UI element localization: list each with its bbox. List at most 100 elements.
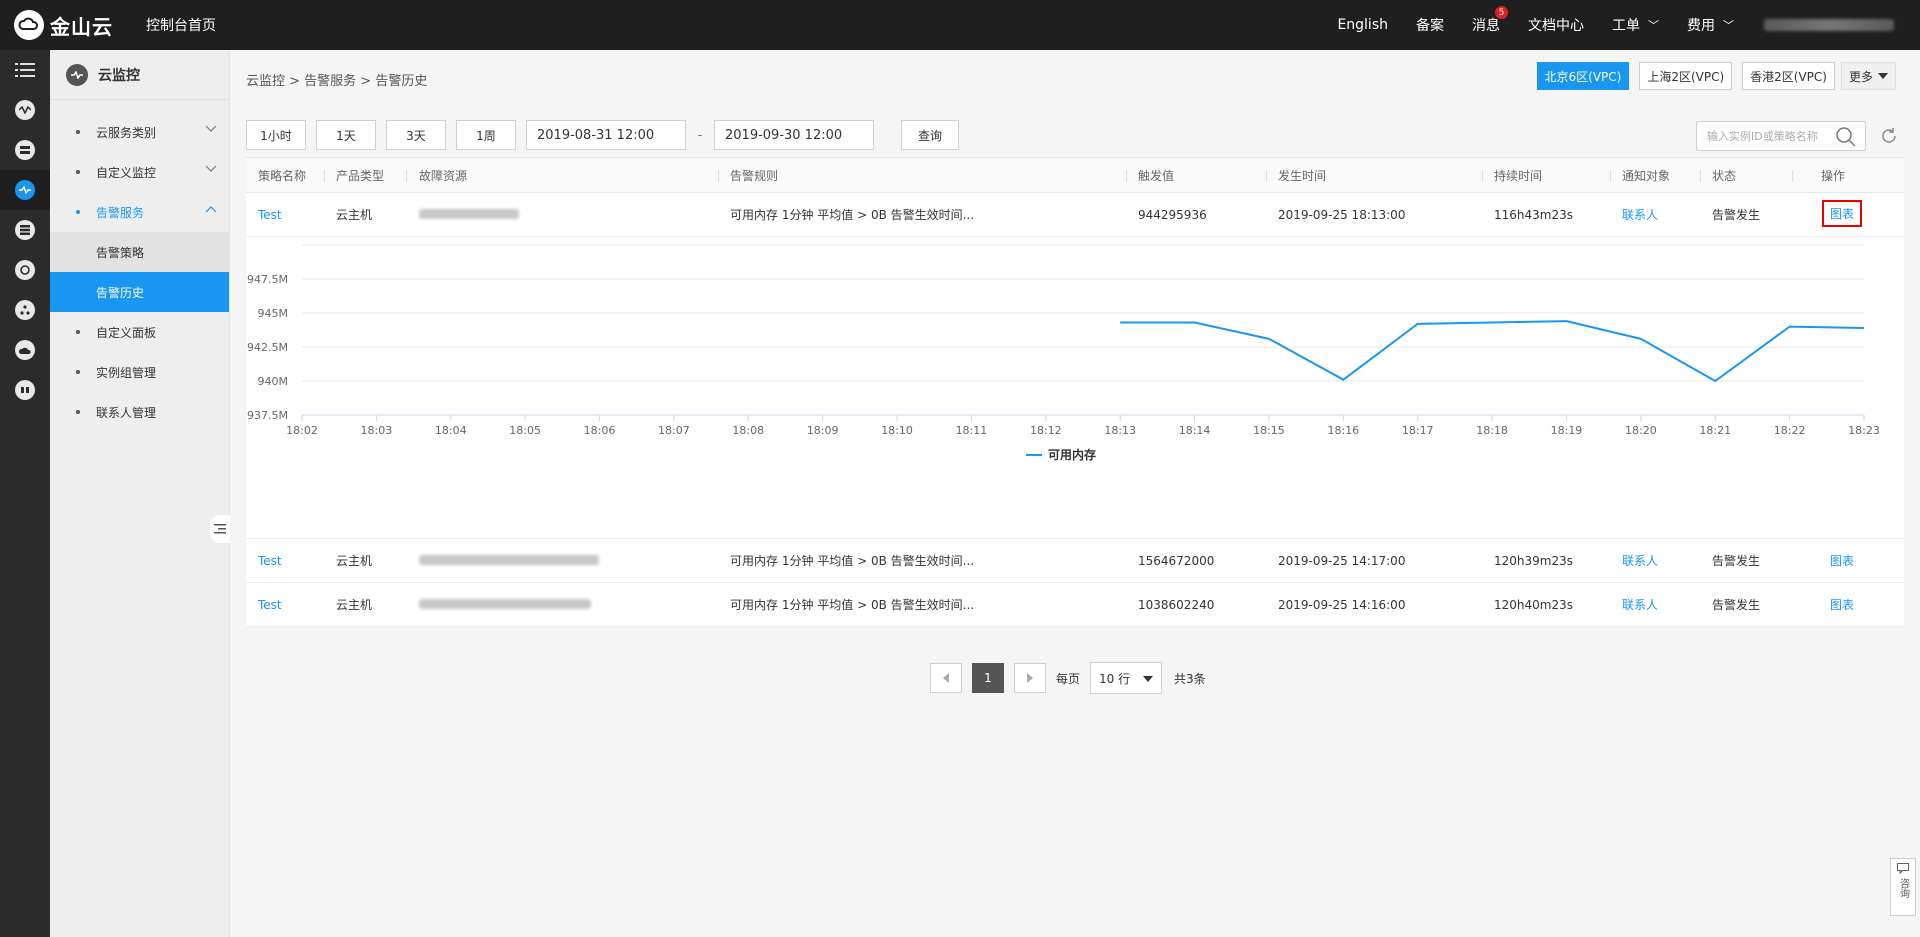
product-type: 云主机 <box>336 208 373 222</box>
message-count-badge: 5 <box>1495 6 1508 19</box>
sidebar-item-custom-dashboard[interactable]: 自定义面板 <box>50 312 229 352</box>
region-shanghai2[interactable]: 上海2区(VPC) <box>1639 62 1733 90</box>
rail-network-icon[interactable] <box>0 290 50 330</box>
x-tick-label: 18:12 <box>1030 424 1062 437</box>
user-account-blurred[interactable] <box>1764 19 1894 31</box>
x-tick-label: 18:11 <box>956 424 988 437</box>
sidebar-item-instance-groups[interactable]: 实例组管理 <box>50 352 229 392</box>
nav-beian[interactable]: 备案 <box>1416 15 1444 35</box>
rail-overview-icon[interactable] <box>0 90 50 130</box>
sidebar-item-service-category[interactable]: 云服务类别 <box>50 112 229 152</box>
nav-billing-label: 费用 <box>1687 18 1715 34</box>
region-beijing6[interactable]: 北京6区(VPC) <box>1536 62 1630 90</box>
nav-messages[interactable]: 消息 5 <box>1472 6 1508 35</box>
policy-name-link[interactable]: Test <box>258 208 282 222</box>
rail-cdn-icon[interactable] <box>0 250 50 290</box>
product-icon-rail <box>0 50 50 937</box>
sidebar-collapse-handle[interactable] <box>210 515 230 543</box>
pagination: 1 每页 10 行 共3条 <box>930 662 1206 694</box>
status: 告警发生 <box>1712 554 1761 568</box>
range-3d-button[interactable]: 3天 <box>386 120 446 150</box>
start-date-input[interactable]: 2019-08-31 12:00 <box>526 120 686 150</box>
top-nav: English 备案 消息 5 文档中心 工单 ﹀ 费用 ﹀ <box>1309 0 1920 50</box>
chart-button[interactable]: 图表 <box>1822 200 1863 227</box>
chevron-down-icon: ﹀ <box>1723 19 1734 32</box>
rail-security-icon[interactable] <box>0 370 50 410</box>
range-1d-button[interactable]: 1天 <box>316 120 376 150</box>
x-tick-label: 18:04 <box>435 424 467 437</box>
policy-name-link[interactable]: Test <box>258 554 282 568</box>
nav-billing[interactable]: 费用 ﹀ <box>1687 15 1734 35</box>
region-more-dropdown[interactable]: 更多 <box>1840 62 1896 90</box>
range-1h-button[interactable]: 1小时 <box>246 120 306 150</box>
trigger-value: 1038602240 <box>1138 597 1215 612</box>
fault-resource-blurred <box>419 554 599 568</box>
region-hongkong2[interactable]: 香港2区(VPC) <box>1742 62 1835 90</box>
range-1w-button[interactable]: 1周 <box>456 120 516 150</box>
per-page-label: 每页 <box>1056 671 1081 686</box>
sidebar-item-label: 云服务类别 <box>96 125 157 140</box>
total-count: 共3条 <box>1174 671 1206 686</box>
rail-monitor-icon[interactable] <box>0 170 50 210</box>
policy-name-link[interactable]: Test <box>258 598 282 612</box>
trigger-value: 1564672000 <box>1138 553 1215 568</box>
refresh-icon[interactable] <box>1880 127 1898 145</box>
table-row: Test 云主机 可用内存 1分钟 平均值 > 0B 告警生效时间... 103… <box>246 583 1904 627</box>
x-tick-label: 18:14 <box>1179 424 1211 437</box>
page-1-button[interactable]: 1 <box>972 663 1004 693</box>
chevron-down-icon: ﹀ <box>1648 19 1659 32</box>
alarm-rule: 可用内存 1分钟 平均值 > 0B 告警生效时间... <box>730 598 975 612</box>
end-date-input[interactable]: 2019-09-30 12:00 <box>714 120 874 150</box>
search-placeholder: 输入实例ID或策略名称 <box>1707 130 1818 143</box>
query-button[interactable]: 查询 <box>901 120 959 150</box>
chart-button[interactable]: 图表 <box>1830 596 1854 613</box>
col-duration: 持续时间 <box>1494 168 1543 183</box>
sidebar-item-contacts[interactable]: 联系人管理 <box>50 392 229 432</box>
nav-tickets[interactable]: 工单 ﹀ <box>1612 15 1659 35</box>
brand-logo[interactable]: 金山云 <box>14 10 124 40</box>
chart-button[interactable]: 图表 <box>1830 552 1854 569</box>
notify-contacts-link[interactable]: 联系人 <box>1622 206 1658 223</box>
col-product-type: 产品类型 <box>336 168 385 183</box>
rail-cloud-icon[interactable] <box>0 330 50 370</box>
status: 告警发生 <box>1712 598 1761 612</box>
notify-contacts-link[interactable]: 联系人 <box>1622 552 1658 569</box>
rail-database-icon[interactable] <box>0 210 50 250</box>
date-separator: - <box>697 127 703 143</box>
per-page-select[interactable]: 10 行 <box>1090 662 1163 694</box>
x-tick-label: 18:13 <box>1104 424 1136 437</box>
region-more-label: 更多 <box>1848 69 1873 84</box>
nav-docs-label: 文档中心 <box>1528 18 1584 34</box>
nav-english[interactable]: English <box>1337 17 1388 33</box>
sidebar-item-label: 联系人管理 <box>96 405 157 420</box>
region-selector: 北京6区(VPC) 上海2区(VPC) 香港2区(VPC) 更多 <box>1527 62 1896 90</box>
sidebar-item-alarm-policy[interactable]: 告警策略 <box>50 232 229 272</box>
search-input[interactable]: 输入实例ID或策略名称 <box>1696 121 1866 151</box>
occur-time: 2019-09-25 18:13:00 <box>1278 207 1406 222</box>
consult-widget[interactable]: 咨询 <box>1890 858 1916 916</box>
product-type: 云主机 <box>336 554 373 568</box>
x-tick-label: 18:20 <box>1625 424 1657 437</box>
sidebar-item-alarm-service[interactable]: 告警服务 <box>50 192 229 232</box>
x-tick-label: 18:05 <box>509 424 541 437</box>
menu-toggle-icon[interactable] <box>0 50 50 90</box>
prev-page-button[interactable] <box>930 663 962 693</box>
y-tick-label: 940M <box>258 375 289 388</box>
rail-storage-icon[interactable] <box>0 130 50 170</box>
notify-contacts-link[interactable]: 联系人 <box>1622 596 1658 613</box>
col-status: 状态 <box>1712 168 1737 183</box>
x-tick-label: 18:16 <box>1327 424 1359 437</box>
table-row: Test 云主机 可用内存 1分钟 平均值 > 0B 告警生效时间... 156… <box>246 539 1904 583</box>
occur-time: 2019-09-25 14:17:00 <box>1278 553 1406 568</box>
sidebar-item-alarm-history[interactable]: 告警历史 <box>50 272 229 312</box>
status: 告警发生 <box>1712 208 1761 222</box>
caret-down-icon <box>1143 676 1154 682</box>
chevron-down-icon <box>205 125 217 132</box>
breadcrumb: 云监控 > 告警服务 > 告警历史 <box>246 74 428 89</box>
nav-docs[interactable]: 文档中心 <box>1528 15 1584 35</box>
console-home-link[interactable]: 控制台首页 <box>146 15 216 35</box>
sidebar-item-label: 告警服务 <box>96 205 145 220</box>
search-icon[interactable] <box>1835 126 1857 148</box>
sidebar-item-custom-monitor[interactable]: 自定义监控 <box>50 152 229 192</box>
next-page-button[interactable] <box>1014 663 1046 693</box>
